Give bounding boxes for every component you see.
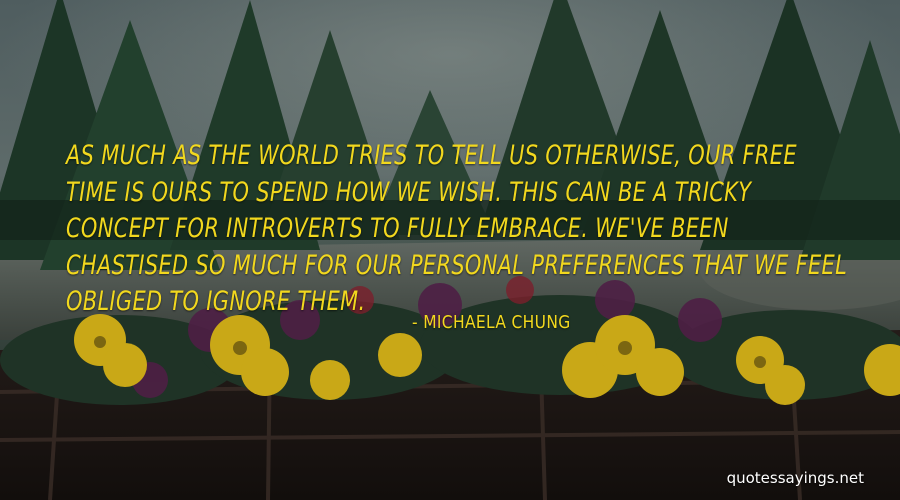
quote-author: - Michaela Chung xyxy=(412,312,571,333)
quote-line: obliged to ignore them. xyxy=(66,286,366,317)
quote-line: As much as the world tries to tell us ot… xyxy=(66,140,797,171)
quote-line: time is ours to spend how we wish. This … xyxy=(66,176,752,208)
quote-line: concept for introverts to fully embrace.… xyxy=(66,213,729,244)
quote-line: chastised so much for our personal prefe… xyxy=(66,249,848,281)
quote-text: As much as the world tries to tell us ot… xyxy=(66,138,848,321)
site-watermark: quotessayings.net xyxy=(726,469,864,487)
